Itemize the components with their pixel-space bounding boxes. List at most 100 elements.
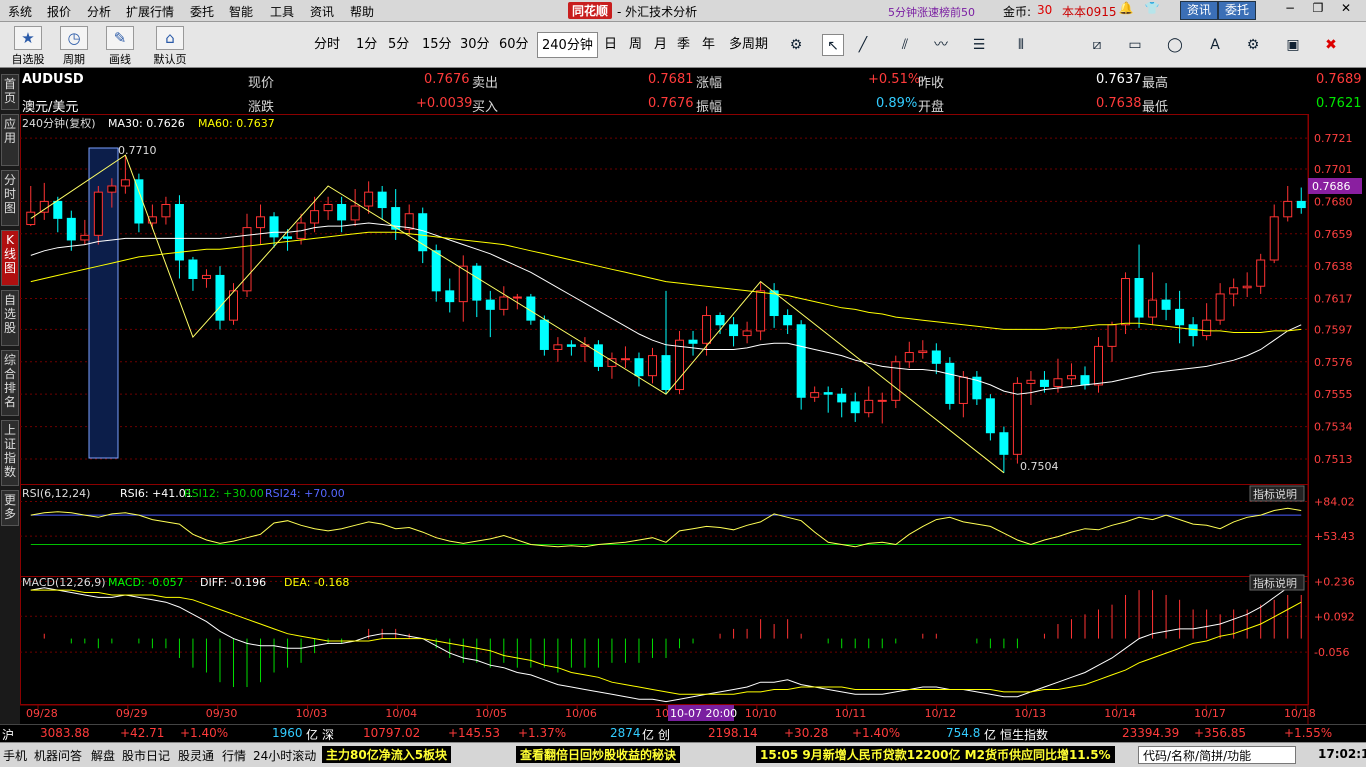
period-1min[interactable]: 1分	[352, 32, 381, 58]
period-day[interactable]: 日	[600, 32, 621, 58]
period-timeshare[interactable]: 分时	[310, 32, 344, 58]
period-multi[interactable]: 多周期	[725, 32, 772, 58]
draw-line-button[interactable]: ✎ 画线	[98, 24, 142, 66]
settings-gear-icon[interactable]: ⚙	[785, 34, 807, 56]
menu-analysis[interactable]: 分析	[87, 3, 111, 20]
menu-smart[interactable]: 智能	[229, 3, 253, 20]
sz-value: 10797.02	[363, 726, 421, 740]
period-month[interactable]: 月	[650, 32, 671, 58]
kline-chart[interactable]: 0.7721 0.7701 0.7680 0.7659 0.7638 0.7617 0.75…	[20, 114, 1366, 724]
period-60min[interactable]: 60分	[495, 32, 533, 58]
cy-value: 2198.14	[708, 726, 758, 740]
period-15min[interactable]: 15分	[418, 32, 456, 58]
menu-help[interactable]: 帮助	[350, 3, 374, 20]
last-price-label: 0.7686	[1312, 180, 1351, 193]
period-240min[interactable]: 240分钟	[537, 32, 598, 58]
period-week[interactable]: 周	[625, 32, 646, 58]
status-stock-tong[interactable]: 股灵通	[178, 747, 214, 764]
wave-line-icon[interactable]: 〰	[930, 34, 952, 56]
nav-kline[interactable]: K线图	[1, 230, 19, 286]
rsi-help-button[interactable]: 指标说明	[1253, 487, 1297, 501]
sell-value: 0.7681	[648, 72, 694, 87]
menu-tools[interactable]: 工具	[270, 3, 294, 20]
news-headline-3[interactable]: 15:05 9月新增人民币贷款12200亿 M2货币供应同比增11.5%	[756, 746, 1115, 763]
star-icon: ★	[14, 26, 42, 50]
amp-label: 振幅	[696, 100, 723, 115]
period-year[interactable]: 年	[698, 32, 719, 58]
ellipse-icon[interactable]: ◯	[1164, 34, 1186, 56]
fib-line-icon[interactable]: ☰	[968, 34, 990, 56]
channel-icon[interactable]: ⧄	[1086, 34, 1108, 56]
restore-icon[interactable]: ❐	[1308, 1, 1328, 20]
menu-system[interactable]: 系统	[8, 3, 32, 20]
menu-ext-quote[interactable]: 扩展行情	[126, 3, 174, 20]
status-robot-qa[interactable]: 机器问答	[34, 747, 82, 764]
account-name[interactable]: 本本0915	[1062, 3, 1117, 20]
candle-body	[418, 213, 428, 252]
nav-ranking[interactable]: 综合排名	[1, 350, 19, 416]
shirt-icon[interactable]: 👕	[1142, 1, 1162, 20]
panel-frame	[20, 114, 1309, 485]
x-tick-label: 10/03	[296, 707, 328, 720]
menu-trade[interactable]: 委托	[190, 3, 214, 20]
rsi6-legend: RSI6: +41.01	[120, 487, 193, 500]
news-headline-2[interactable]: 查看翻倍日回炒股收益的秘诀	[516, 746, 681, 763]
nav-sh-index[interactable]: 上证指数	[1, 420, 19, 486]
candle-body	[310, 210, 320, 224]
save-drawing-icon[interactable]: ▣	[1282, 34, 1304, 56]
macd-y-tick-label: +0.236	[1314, 575, 1355, 588]
trade-button[interactable]: 委托	[1218, 1, 1257, 20]
x-tick-label: 10/13	[1014, 707, 1046, 720]
x-tick-label: 09/29	[116, 707, 148, 720]
news-button[interactable]: 资讯	[1180, 1, 1219, 20]
vertical-lines-icon[interactable]: ⦀	[1010, 34, 1032, 56]
status-market-review[interactable]: 解盘	[91, 747, 115, 764]
nav-watchlist[interactable]: 自选股	[1, 290, 19, 346]
period-button[interactable]: ◷ 周期	[52, 24, 96, 66]
status-24h-scroll[interactable]: 24小时滚动	[253, 747, 316, 764]
period-quarter[interactable]: 季	[673, 32, 694, 58]
candle-body	[1053, 378, 1063, 387]
draw-settings-icon[interactable]: ⚙	[1242, 34, 1264, 56]
menu-news[interactable]: 资讯	[310, 3, 334, 20]
period-5min[interactable]: 5分	[384, 32, 413, 58]
nav-home[interactable]: 首页	[1, 74, 19, 110]
rectangle-icon[interactable]: ▭	[1124, 34, 1146, 56]
candle-body	[539, 319, 549, 350]
nav-more[interactable]: 更多	[1, 490, 19, 526]
minimize-icon[interactable]: −	[1280, 1, 1300, 20]
default-page-button[interactable]: ⌂ 默认页	[148, 24, 192, 66]
bell-icon[interactable]: 🔔	[1116, 1, 1136, 20]
close-icon[interactable]: ✕	[1336, 1, 1356, 20]
candle-body	[999, 432, 1009, 455]
delete-drawing-icon[interactable]: ✖	[1320, 34, 1342, 56]
code-search-input[interactable]: 代码/名称/简拼/功能	[1138, 746, 1296, 764]
menu-bar: 系统 报价 分析 扩展行情 委托 智能 工具 资讯 帮助 同花顺 - 外汇技术分…	[0, 0, 1366, 22]
open-value: 0.7638	[1096, 96, 1142, 111]
speed-rank-notice[interactable]: 5分钟涨速榜前50	[888, 4, 975, 20]
status-market[interactable]: 行情	[222, 747, 246, 764]
macd-help-button[interactable]: 指标说明	[1253, 576, 1297, 590]
candle-body	[107, 185, 117, 193]
pencil-icon: ✎	[106, 26, 134, 50]
status-stock-diary[interactable]: 股市日记	[122, 747, 170, 764]
candle-body	[512, 296, 522, 299]
status-mobile[interactable]: 手机	[3, 747, 27, 764]
nav-timeshare[interactable]: 分时图	[1, 170, 19, 226]
candle-body	[134, 179, 144, 224]
candle-body	[431, 250, 441, 292]
candle-body	[201, 274, 211, 280]
parallel-line-icon[interactable]: ⫽	[894, 34, 916, 56]
candle-body	[1134, 278, 1144, 318]
text-tool-icon[interactable]: A	[1204, 34, 1226, 56]
watchlist-button[interactable]: ★ 自选股	[6, 24, 50, 66]
hs-pct: +1.55%	[1284, 726, 1333, 740]
nav-apps[interactable]: 应用	[1, 114, 19, 166]
candle-body	[364, 191, 374, 207]
news-headline-1[interactable]: 主力80亿净流入5板块	[322, 746, 452, 763]
cursor-arrow-icon[interactable]: ↖	[822, 34, 844, 56]
period-30min[interactable]: 30分	[456, 32, 494, 58]
menu-quote[interactable]: 报价	[47, 3, 71, 20]
line-tool-icon[interactable]: ╱	[852, 34, 874, 56]
candle-body	[215, 274, 225, 321]
